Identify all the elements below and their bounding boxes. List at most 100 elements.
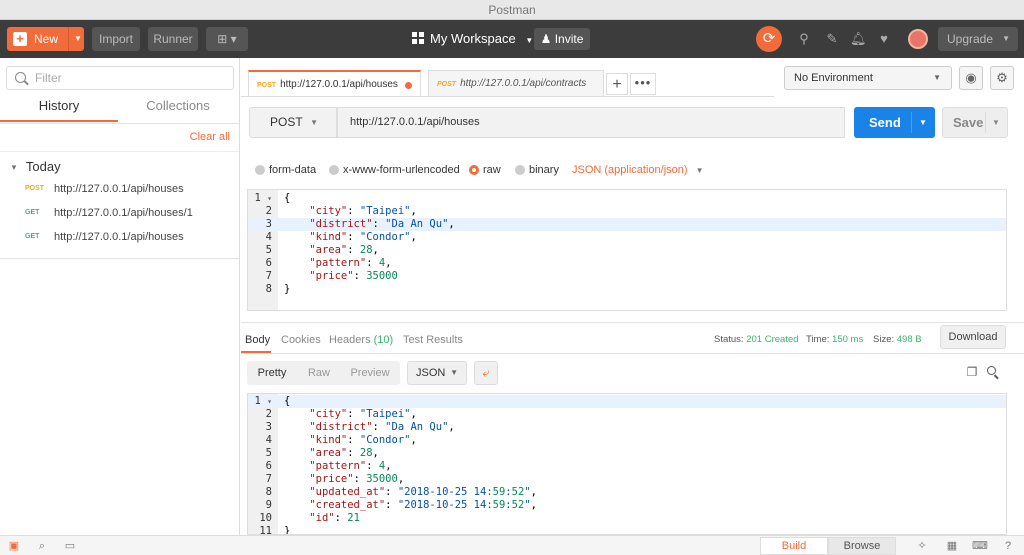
pretty-button[interactable]: Pretty	[251, 361, 293, 385]
code-line: 7 "price": 35000,	[265, 473, 405, 485]
status-bar: ▣ ⌕ ▭ Build Browse ✧ ▦ ⌨ ?	[0, 535, 1024, 555]
search-icon[interactable]	[986, 365, 1000, 380]
method-badge: POST	[257, 82, 277, 89]
save-button[interactable]: Save ▼	[942, 107, 1008, 138]
code-line: 4 "kind": "Condor",	[265, 434, 417, 446]
radio-binary[interactable]	[515, 165, 525, 175]
time-info: Time: 150 ms	[806, 332, 863, 348]
code-line: 8 "updated_at": "2018-10-25 14:59:52",	[265, 486, 537, 498]
build-tab[interactable]: Build	[760, 537, 828, 555]
request-body-editor[interactable]: 1 ▾{ 2 "city": "Taipei", 3 "district": "…	[247, 189, 1007, 311]
wrap-lines-icon[interactable]: ⤶	[474, 361, 498, 385]
layout-icon[interactable]: ▦	[944, 538, 960, 554]
satellite-icon[interactable]: ⚲	[796, 31, 812, 47]
grid-icon	[412, 32, 424, 44]
status-label: Status:	[714, 334, 744, 345]
divider	[0, 258, 239, 259]
code-line: 10 "id": 21	[259, 512, 360, 524]
wrench-icon[interactable]: ✎	[824, 31, 840, 47]
environment-select[interactable]: No Environment ▼	[784, 66, 952, 90]
size-info: Size: 498 B	[873, 332, 922, 348]
divider	[241, 322, 1024, 323]
avatar[interactable]	[908, 29, 928, 49]
url-input[interactable]: http://127.0.0.1/api/houses	[337, 107, 845, 138]
tab-test-results[interactable]: Test Results	[403, 332, 463, 348]
divider	[68, 27, 69, 51]
environment-label: No Environment	[794, 72, 873, 84]
request-tab[interactable]: POST http://127.0.0.1/api/houses	[248, 70, 421, 96]
invite-label: Invite	[554, 32, 584, 46]
method-label: POST	[270, 115, 303, 129]
filter-input[interactable]: Filter	[6, 66, 234, 90]
tab-body[interactable]: Body	[245, 332, 270, 348]
sidebar-toggle-icon[interactable]: ▣	[6, 538, 22, 554]
radio-urlencoded[interactable]	[329, 165, 339, 175]
history-item[interactable]: POST http://127.0.0.1/api/houses	[0, 177, 239, 201]
new-button[interactable]: + New ▼	[7, 27, 84, 51]
history-url: http://127.0.0.1/api/houses	[54, 183, 184, 195]
method-select[interactable]: POST ▼	[249, 107, 337, 138]
chevron-down-icon[interactable]: ▼	[74, 27, 82, 51]
radio-label: binary	[529, 164, 559, 176]
code-line: 3 "district": "Da An Qu",	[248, 218, 1006, 231]
invite-button[interactable]: ♟ Invite	[534, 28, 590, 50]
tab-collections[interactable]: Collections	[119, 98, 237, 122]
console-icon[interactable]: ▭	[62, 538, 78, 554]
radio-raw[interactable]	[469, 165, 479, 175]
divider	[0, 123, 239, 124]
send-button[interactable]: Send ▼	[854, 107, 935, 138]
history-url: http://127.0.0.1/api/houses	[54, 231, 184, 243]
window-title: Postman	[488, 3, 536, 17]
bulb-icon[interactable]: ✧	[914, 538, 930, 554]
raw-button[interactable]: Raw	[299, 361, 339, 385]
tab-history[interactable]: History	[0, 98, 118, 122]
chevron-down-icon: ▼	[695, 166, 704, 175]
code-line: 7 "price": 35000	[265, 270, 398, 282]
size-label: Size:	[873, 334, 895, 345]
runner-button[interactable]: Runner	[148, 27, 198, 51]
download-button[interactable]: Download	[940, 325, 1006, 349]
history-group-today[interactable]: ▼ Today	[10, 159, 61, 174]
more-tabs-button[interactable]: •••	[630, 73, 656, 95]
import-button[interactable]: Import	[92, 27, 140, 51]
add-tab-button[interactable]: +	[606, 73, 628, 95]
request-tab[interactable]: POST http://127.0.0.1/api/contracts	[428, 70, 604, 96]
history-item[interactable]: GET http://127.0.0.1/api/houses	[0, 225, 239, 249]
upgrade-button[interactable]: Upgrade ▼	[938, 27, 1018, 51]
tab-headers[interactable]: Headers (10)	[329, 332, 393, 348]
divider	[241, 353, 1024, 354]
user-plus-icon: ♟	[540, 32, 555, 46]
main-panel: POST http://127.0.0.1/api/houses POST http…	[241, 58, 1024, 535]
browse-tab[interactable]: Browse	[828, 537, 896, 555]
workspace-label: My Workspace	[430, 31, 516, 46]
preview-button[interactable]: Preview	[345, 361, 395, 385]
window-plus-icon: ⊞ ▾	[217, 32, 237, 46]
content-type-select[interactable]: JSON (application/json) ▼	[572, 162, 703, 179]
divider	[241, 96, 774, 97]
search-icon[interactable]: ⌕	[34, 538, 50, 554]
code-line: 4 "kind": "Condor",	[265, 231, 417, 243]
keyboard-icon[interactable]: ⌨	[972, 538, 988, 554]
tab-cookies[interactable]: Cookies	[281, 332, 321, 348]
code-line: 9 "created_at": "2018-10-25 14:59:52",	[265, 499, 537, 511]
bell-icon[interactable]: 🔔︎	[850, 31, 867, 47]
gear-icon[interactable]: ⚙	[990, 66, 1014, 90]
copy-icon[interactable]: ❐	[965, 365, 979, 379]
chevron-down-icon[interactable]: ▼	[992, 108, 1000, 137]
heart-icon[interactable]: ♥	[876, 31, 892, 47]
clear-all-link[interactable]: Clear all	[190, 131, 230, 143]
new-window-button[interactable]: ⊞ ▾	[206, 27, 248, 51]
chevron-down-icon: ▼	[450, 368, 458, 377]
radio-form-data[interactable]	[255, 165, 265, 175]
format-select[interactable]: JSON ▼	[407, 361, 467, 385]
eye-icon[interactable]: ◉	[959, 66, 983, 90]
response-body-viewer[interactable]: 1 ▾{ 2 "city": "Taipei", 3 "district": "…	[247, 393, 1007, 535]
workspace-selector[interactable]: My Workspace ▼	[412, 27, 533, 51]
code-line: 11}	[259, 525, 291, 535]
code-line: 6 "pattern": 4,	[265, 257, 392, 269]
history-item[interactable]: GET http://127.0.0.1/api/houses/1	[0, 201, 239, 225]
chevron-down-icon[interactable]: ▼	[919, 107, 927, 138]
sync-icon[interactable]: ⟳	[756, 26, 782, 52]
divider	[0, 151, 239, 152]
help-icon[interactable]: ?	[1000, 538, 1016, 554]
